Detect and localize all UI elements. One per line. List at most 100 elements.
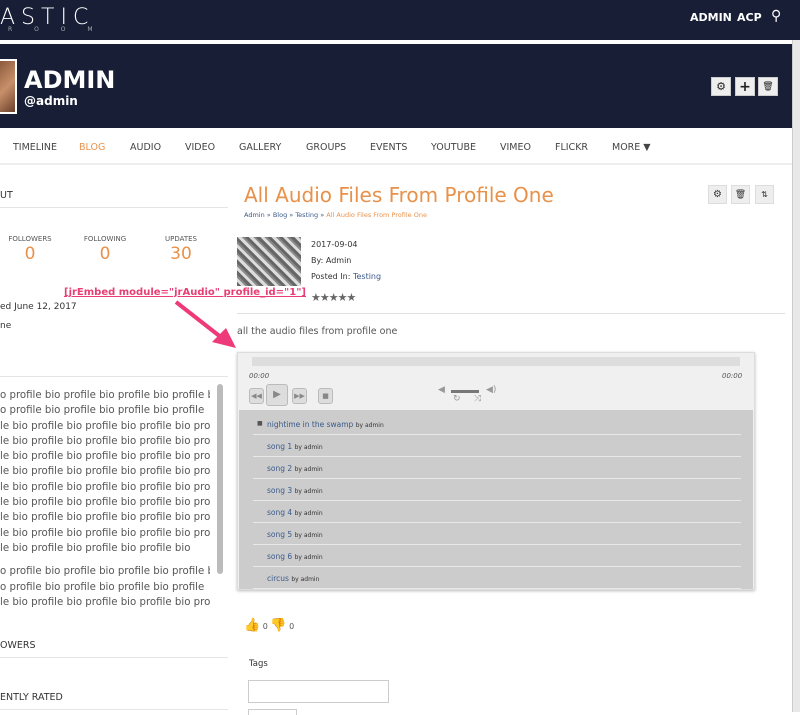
playlist-item[interactable]: song 6 by admin bbox=[253, 545, 741, 567]
bio-line: o profile bio profile bio profile bio pr… bbox=[0, 566, 210, 578]
track-artist: by admin bbox=[294, 466, 323, 473]
total-time: 00:00 bbox=[722, 372, 743, 380]
playlist-item[interactable]: ■ nightime in the swamp by admin bbox=[253, 413, 741, 435]
track-artist: by admin bbox=[294, 444, 323, 451]
volume-max-icon[interactable]: ◀) bbox=[486, 385, 496, 395]
bio-line: le bio profile bio profile bio profile b… bbox=[0, 420, 210, 432]
playlist-item[interactable]: song 2 by admin bbox=[253, 457, 741, 479]
post-reorder-button[interactable]: ⇅ bbox=[755, 185, 774, 204]
tab-more[interactable]: MORE ▼ bbox=[612, 142, 651, 153]
avatar[interactable] bbox=[0, 59, 17, 114]
followers-count[interactable]: 0 bbox=[0, 244, 60, 264]
track-artist: by admin bbox=[355, 422, 384, 429]
about-heading: UT bbox=[0, 190, 13, 201]
site-logo-sub: R O O M bbox=[8, 26, 103, 33]
divider bbox=[0, 376, 228, 377]
playlist-item[interactable]: song 3 by admin bbox=[253, 479, 741, 501]
breadcrumb-blog[interactable]: Blog bbox=[273, 211, 287, 219]
track-artist: by admin bbox=[291, 576, 320, 583]
track-title[interactable]: song 5 bbox=[267, 530, 292, 539]
shuffle-icon[interactable]: ⤨ bbox=[474, 394, 481, 404]
updates-count[interactable]: 30 bbox=[151, 244, 211, 264]
track-title[interactable]: song 2 bbox=[267, 464, 292, 473]
tags-label: Tags bbox=[249, 659, 268, 669]
thumbs-up-icon[interactable]: 👍 bbox=[244, 618, 260, 633]
volume-slider[interactable] bbox=[451, 390, 479, 393]
divider bbox=[237, 313, 785, 314]
post-category: Posted In: Testing bbox=[311, 272, 381, 281]
playlist-item[interactable]: song 4 by admin bbox=[253, 501, 741, 523]
following-count[interactable]: 0 bbox=[75, 244, 135, 264]
bio-scrollbar[interactable] bbox=[217, 384, 223, 574]
post-author: By: Admin bbox=[311, 256, 352, 265]
breadcrumb-testing[interactable]: Testing bbox=[295, 211, 318, 219]
thumbs-down-icon[interactable]: 👎 bbox=[270, 618, 286, 633]
joined-date: ed June 12, 2017 bbox=[0, 302, 77, 312]
track-title[interactable]: nightime in the swamp bbox=[267, 420, 353, 429]
track-artist: by admin bbox=[294, 554, 323, 561]
tab-events[interactable]: EVENTS bbox=[370, 142, 407, 153]
repeat-icon[interactable]: ↻ bbox=[453, 394, 461, 404]
bio-line bbox=[0, 556, 210, 564]
recently-rated-heading: ENTLY RATED bbox=[0, 692, 63, 703]
post-delete-button[interactable]: 🗑 bbox=[731, 185, 750, 204]
page-scrollbar[interactable] bbox=[792, 40, 800, 712]
breadcrumb-admin[interactable]: Admin bbox=[244, 211, 265, 219]
following-label: FOLLOWING bbox=[83, 235, 127, 243]
bio-line: le bio profile bio profile bio profile b… bbox=[0, 466, 210, 478]
tags-submit-button[interactable] bbox=[248, 709, 297, 715]
play-button[interactable]: ▶ bbox=[266, 384, 288, 406]
track-title[interactable]: song 4 bbox=[267, 508, 292, 517]
playlist-item[interactable]: circus by admin bbox=[253, 567, 741, 589]
tab-vimeo[interactable]: VIMEO bbox=[500, 142, 531, 153]
track-title[interactable]: circus bbox=[267, 574, 289, 583]
post-image[interactable] bbox=[237, 237, 301, 286]
admin-link[interactable]: ADMIN bbox=[690, 11, 732, 24]
tab-youtube[interactable]: YOUTUBE bbox=[431, 142, 476, 153]
search-icon[interactable]: ⚲ bbox=[771, 8, 781, 24]
stop-button[interactable]: ■ bbox=[318, 388, 333, 404]
followers-heading: OWERS bbox=[0, 640, 36, 651]
tab-flickr[interactable]: FLICKR bbox=[555, 142, 588, 153]
post-description: all the audio files from profile one bbox=[237, 326, 398, 337]
profile-bio: o profile bio profile bio profile bio pr… bbox=[0, 388, 210, 610]
tab-blog[interactable]: BLOG bbox=[79, 142, 105, 153]
tab-audio[interactable]: AUDIO bbox=[130, 142, 161, 153]
profile-header: ADMIN @admin ⚙ + 🗑 bbox=[0, 44, 792, 128]
bio-line: o profile bio profile bio profile bio pr… bbox=[0, 390, 210, 401]
mute-icon[interactable]: ◀ bbox=[438, 385, 445, 395]
post-date: 2017-09-04 bbox=[311, 240, 358, 249]
next-button[interactable]: ▶▶ bbox=[292, 388, 307, 404]
tab-video[interactable]: VIDEO bbox=[185, 142, 215, 153]
track-title[interactable]: song 6 bbox=[267, 552, 292, 561]
bio-line: le bio profile bio profile bio profile b… bbox=[0, 451, 210, 463]
delete-button[interactable]: 🗑 bbox=[758, 77, 778, 96]
acp-link[interactable]: ACP bbox=[737, 11, 762, 24]
track-artist: by admin bbox=[294, 510, 323, 517]
likes-count: 0 bbox=[262, 622, 268, 631]
playlist-item[interactable]: song 1 by admin bbox=[253, 435, 741, 457]
current-time: 00:00 bbox=[249, 372, 270, 380]
tab-timeline[interactable]: TIMELINE bbox=[13, 142, 57, 153]
track-title[interactable]: song 3 bbox=[267, 486, 292, 495]
breadcrumb-current[interactable]: All Audio Files From Profile One bbox=[326, 211, 427, 219]
embed-annotation: [jrEmbed module="jrAudio" profile_id="1"… bbox=[64, 287, 306, 298]
settings-button[interactable]: ⚙ bbox=[711, 77, 731, 96]
post-title: All Audio Files From Profile One bbox=[244, 183, 554, 207]
tags-input[interactable] bbox=[248, 680, 389, 703]
divider bbox=[0, 207, 228, 208]
post-settings-button[interactable]: ⚙ bbox=[708, 185, 727, 204]
add-button[interactable]: + bbox=[735, 77, 755, 96]
track-title[interactable]: song 1 bbox=[267, 442, 292, 451]
previous-button[interactable]: ◀◀ bbox=[249, 388, 264, 404]
tab-gallery[interactable]: GALLERY bbox=[239, 142, 281, 153]
bio-line: le bio profile bio profile bio profile b… bbox=[0, 481, 210, 493]
profile-info-line: ne bbox=[0, 321, 12, 331]
tab-groups[interactable]: GROUPS bbox=[306, 142, 346, 153]
seek-bar[interactable] bbox=[252, 357, 740, 366]
rating-stars[interactable]: ★★★★★ bbox=[311, 291, 356, 304]
bio-line: le bio profile bio profile bio profile b… bbox=[0, 497, 210, 509]
category-link[interactable]: Testing bbox=[353, 272, 381, 281]
divider bbox=[0, 657, 228, 658]
playlist-item[interactable]: song 5 by admin bbox=[253, 523, 741, 545]
